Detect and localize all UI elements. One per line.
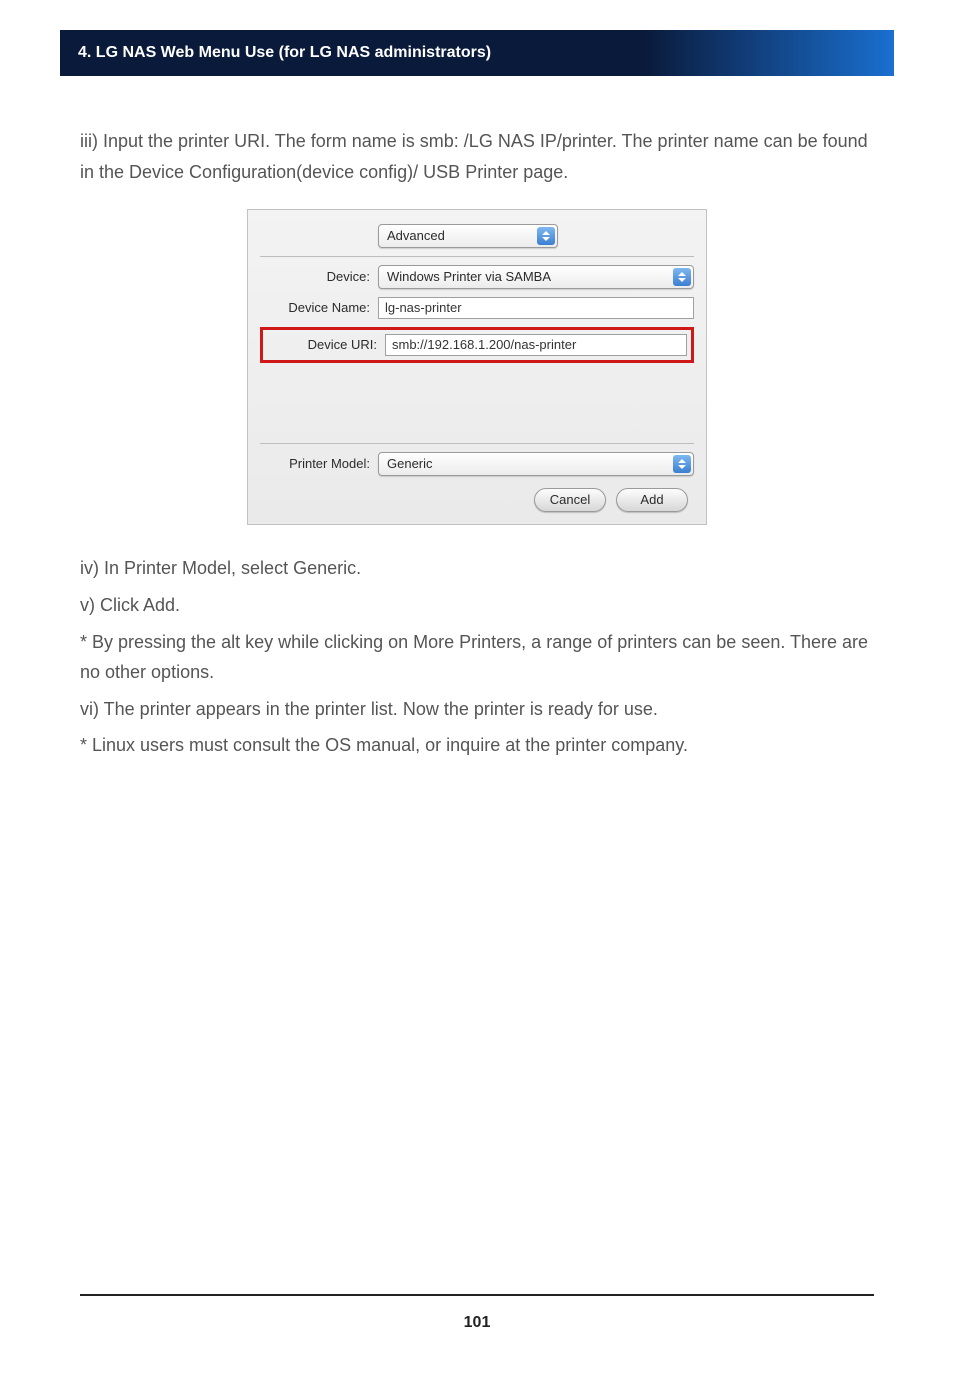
top-select-row: Advanced xyxy=(260,224,694,248)
device-row: Device: Windows Printer via SAMBA xyxy=(260,265,694,289)
cancel-button-label: Cancel xyxy=(550,489,590,511)
paragraph-v: v) Click Add. xyxy=(80,590,874,621)
device-uri-label: Device URI: xyxy=(267,334,385,356)
screenshot-container: Advanced Device: Windows Printer via SAM… xyxy=(80,209,874,525)
printer-model-value: Generic xyxy=(387,453,673,475)
add-printer-dialog: Advanced Device: Windows Printer via SAM… xyxy=(247,209,707,525)
paragraph-vi: vi) The printer appears in the printer l… xyxy=(80,694,874,725)
printer-model-select[interactable]: Generic xyxy=(378,452,694,476)
paragraph-iv: iv) In Printer Model, select Generic. xyxy=(80,553,874,584)
dialog-buttons: Cancel Add xyxy=(260,484,694,512)
device-select-value: Windows Printer via SAMBA xyxy=(387,266,673,288)
spacer xyxy=(260,369,694,439)
device-uri-row: Device URI: smb://192.168.1.200/nas-prin… xyxy=(267,334,687,356)
paragraph-note1: * By pressing the alt key while clicking… xyxy=(80,627,874,688)
chapter-header: 4. LG NAS Web Menu Use (for LG NAS admin… xyxy=(60,30,894,76)
printer-model-row: Printer Model: Generic xyxy=(260,452,694,476)
device-name-label: Device Name: xyxy=(260,297,378,319)
paragraph-note2: * Linux users must consult the OS manual… xyxy=(80,730,874,761)
mode-select-value: Advanced xyxy=(387,225,537,247)
page-content: iii) Input the printer URI. The form nam… xyxy=(0,76,954,761)
device-label: Device: xyxy=(260,266,378,288)
add-button[interactable]: Add xyxy=(616,488,688,512)
device-uri-input[interactable]: smb://192.168.1.200/nas-printer xyxy=(385,334,687,356)
device-select[interactable]: Windows Printer via SAMBA xyxy=(378,265,694,289)
device-uri-highlight: Device URI: smb://192.168.1.200/nas-prin… xyxy=(260,327,694,363)
chapter-title: 4. LG NAS Web Menu Use (for LG NAS admin… xyxy=(78,44,491,61)
paragraph-iii: iii) Input the printer URI. The form nam… xyxy=(80,126,874,187)
device-uri-value: smb://192.168.1.200/nas-printer xyxy=(392,334,576,356)
caret-icon xyxy=(537,227,555,245)
divider xyxy=(260,256,694,257)
device-name-value: lg-nas-printer xyxy=(385,297,462,319)
mode-select[interactable]: Advanced xyxy=(378,224,558,248)
device-name-row: Device Name: lg-nas-printer xyxy=(260,297,694,319)
device-name-input[interactable]: lg-nas-printer xyxy=(378,297,694,319)
page-footer: 101 xyxy=(80,1294,874,1332)
page-number: 101 xyxy=(464,1314,491,1331)
cancel-button[interactable]: Cancel xyxy=(534,488,606,512)
divider xyxy=(260,443,694,444)
printer-model-label: Printer Model: xyxy=(260,453,378,475)
add-button-label: Add xyxy=(640,489,663,511)
caret-icon xyxy=(673,455,691,473)
caret-icon xyxy=(673,268,691,286)
